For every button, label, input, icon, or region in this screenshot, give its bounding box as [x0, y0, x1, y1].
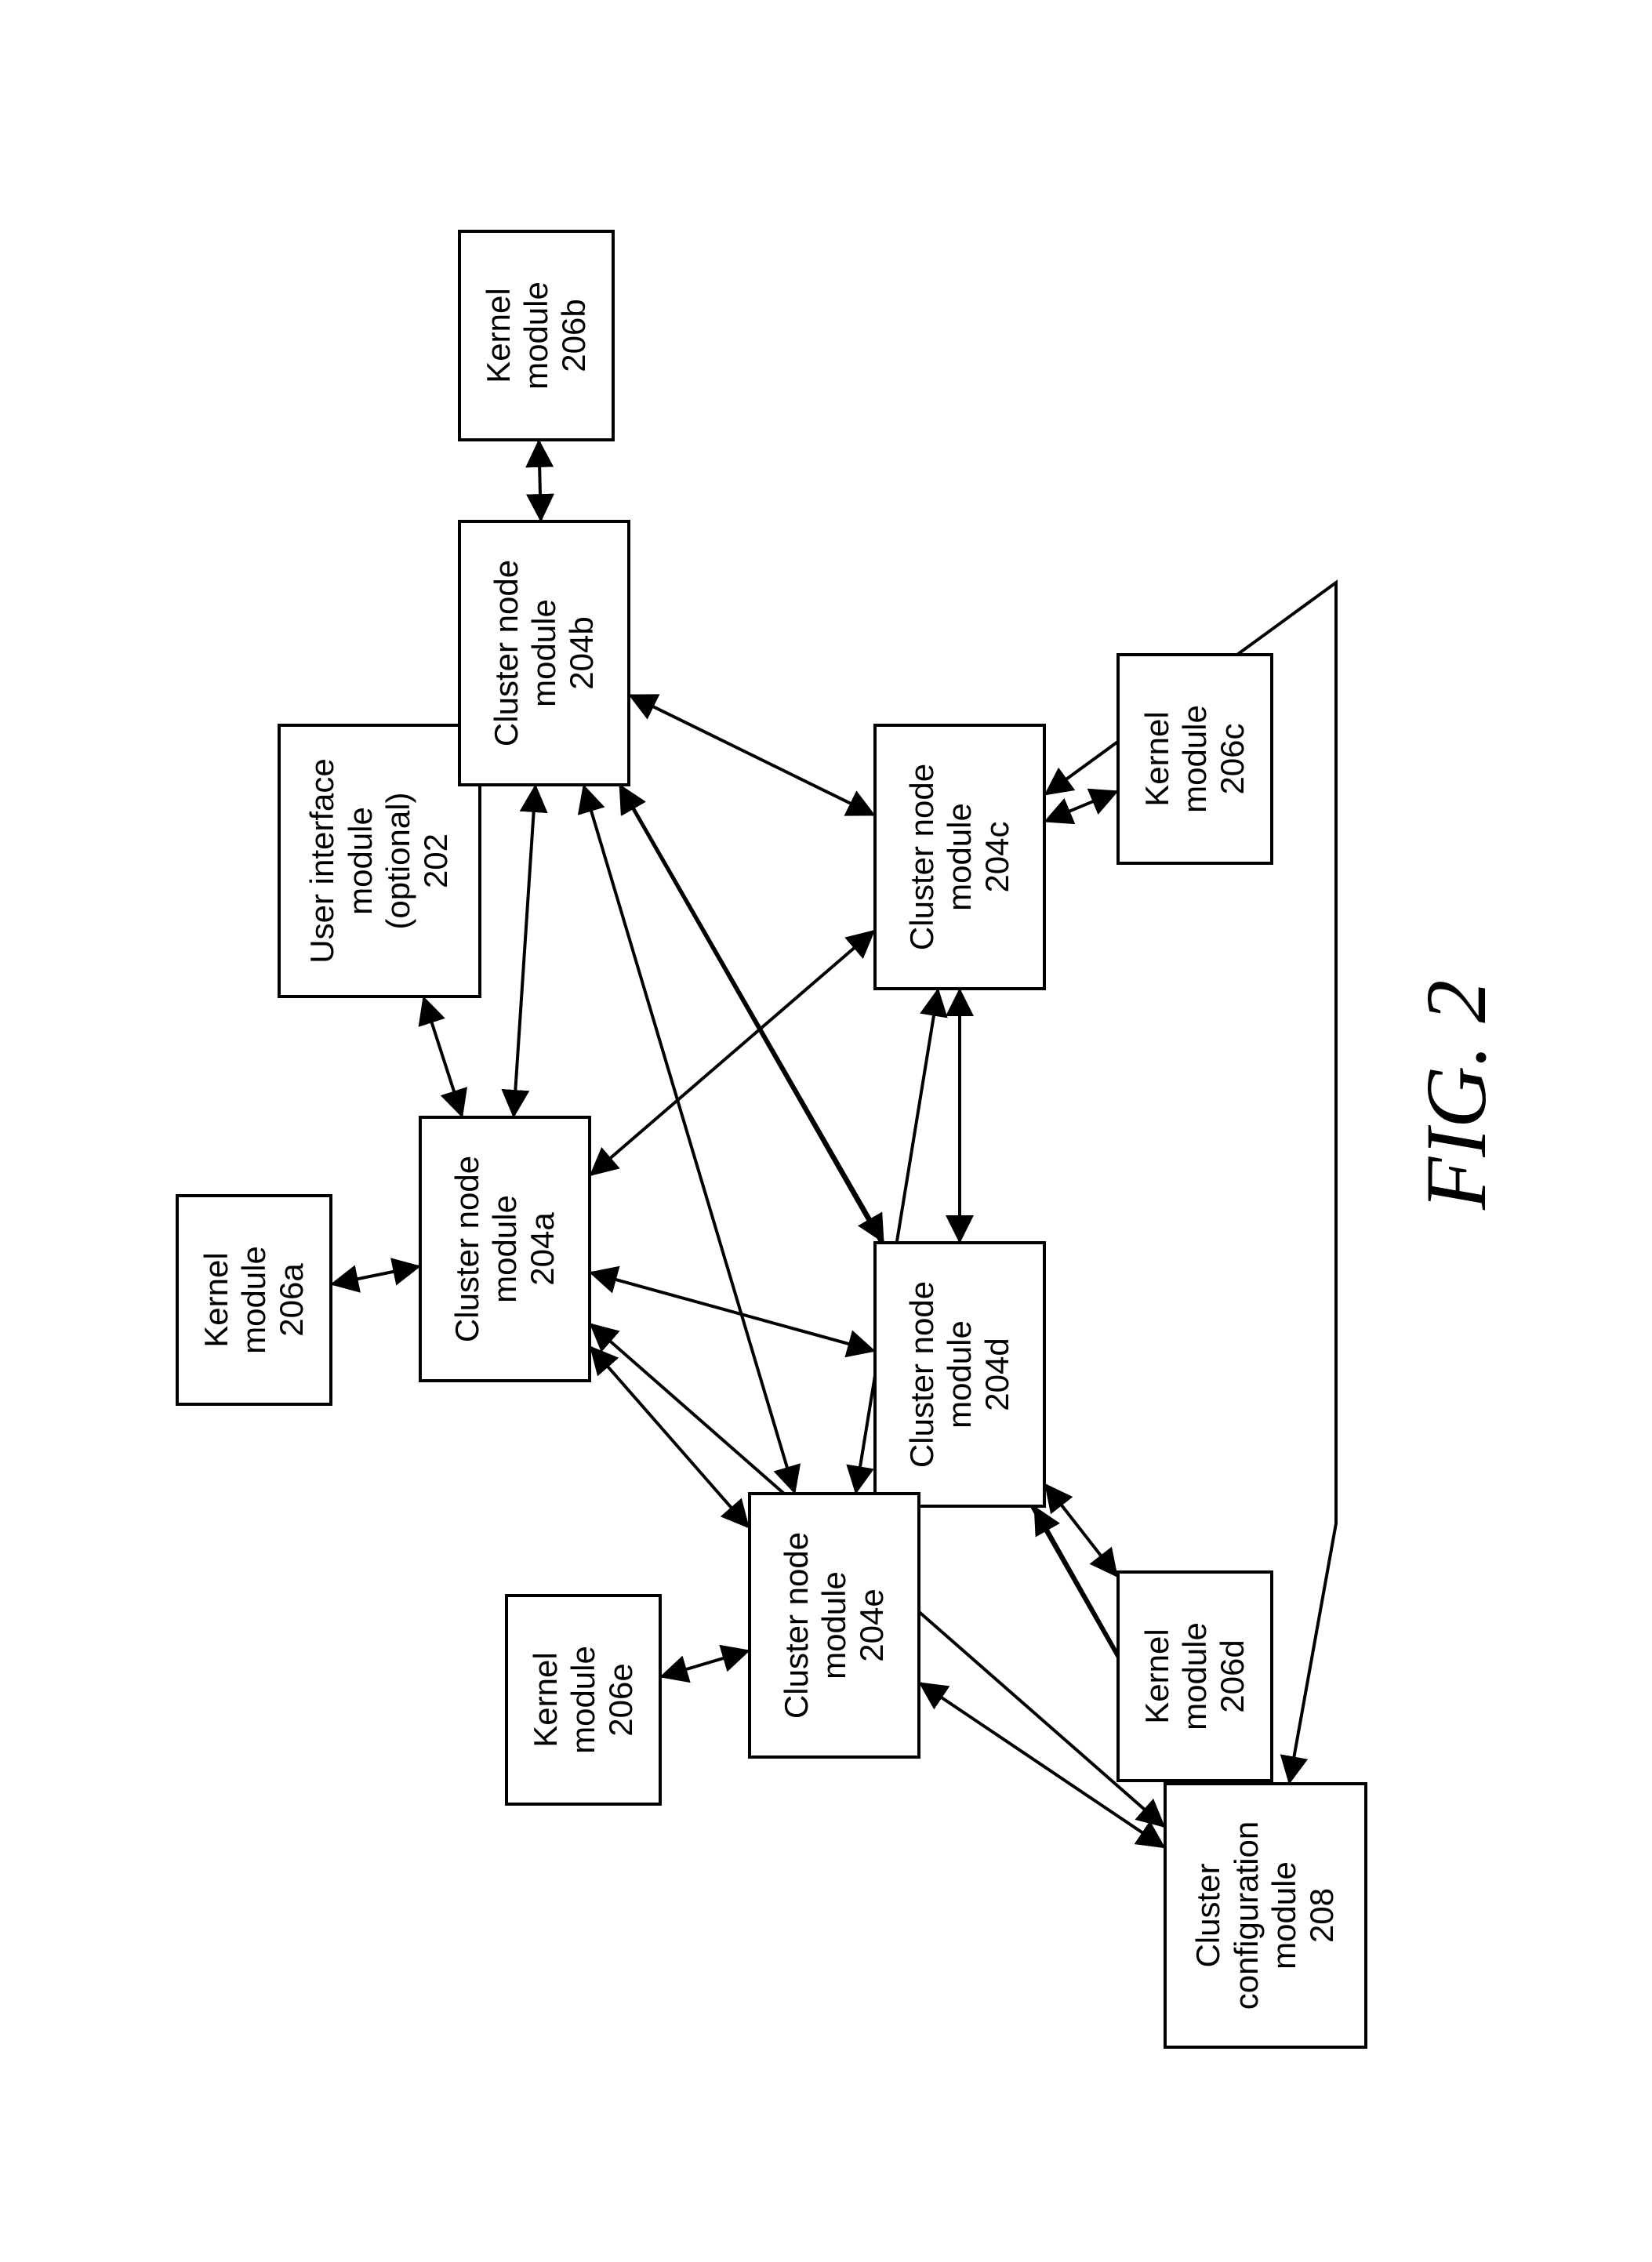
box-text-line: Kernel — [1138, 1628, 1175, 1723]
connector-cn_b-cn_c — [630, 695, 873, 814]
box-text-line: module — [564, 1646, 601, 1754]
box-text-line: Kernel — [1138, 711, 1175, 806]
box-text-line: module — [815, 1571, 852, 1679]
figure-caption: FIG. 2 — [1407, 979, 1506, 1209]
cluster-node-module-204a: Cluster nodemodule204a — [419, 1116, 591, 1382]
cluster-node-module-204e: Cluster nodemodule204e — [748, 1492, 920, 1759]
box-text-line: Cluster node — [777, 1531, 815, 1718]
box-text-line: configuration — [1227, 1821, 1265, 2010]
box-text-line: 204a — [524, 1212, 561, 1285]
cluster-node-module-204c: Cluster nodemodule204c — [873, 724, 1046, 990]
cluster-node-module-204d: Cluster nodemodule204d — [873, 1241, 1046, 1508]
box-text-line: module — [940, 803, 978, 911]
box-text-line: module — [517, 281, 554, 390]
box-text-line: module — [1265, 1861, 1303, 1970]
cluster-node-module-204b: Cluster nodemodule204b — [458, 520, 630, 786]
connector-cn_d-k_d — [1046, 1485, 1116, 1576]
connector-cn_c-k_c — [1046, 791, 1116, 821]
box-text-line: Cluster — [1189, 1863, 1227, 1967]
connector-cn_a-k_a — [332, 1266, 419, 1283]
box-text-line: module — [341, 807, 379, 915]
box-text-line: module — [1175, 1622, 1213, 1730]
user-interface-module: User interfacemodule(optional)202 — [278, 724, 481, 998]
box-text-line: Kernel — [526, 1652, 564, 1747]
box-text-line: Cluster node — [902, 1280, 940, 1467]
connector-cn_e-k_e — [662, 1650, 748, 1676]
box-text-line: Kernel — [197, 1252, 234, 1347]
connector-cn_a-cn_c — [591, 931, 873, 1174]
box-text-line: module — [234, 1246, 272, 1354]
box-text-line: Cluster node — [487, 559, 525, 746]
box-text-line: 206c — [1214, 723, 1251, 794]
box-text-line: 206e — [602, 1663, 640, 1736]
connector-cn_a-cn_b — [514, 786, 536, 1116]
box-text-line: (optional) — [379, 792, 417, 929]
box-text-line: module — [485, 1195, 523, 1303]
connector-cn_b-k_b — [539, 441, 540, 520]
kernel-module-206d: Kernelmodule206d — [1116, 1570, 1273, 1782]
box-text-line: User interface — [303, 758, 341, 963]
connector-cn_a-ui — [423, 998, 461, 1116]
kernel-module-206b: Kernelmodule206b — [458, 230, 615, 441]
box-text-line: 204b — [563, 616, 601, 689]
box-text-line: 206b — [555, 299, 593, 372]
box-text-line: 204c — [978, 821, 1016, 892]
box-text-line: Cluster node — [448, 1155, 485, 1342]
box-text-line: Cluster node — [902, 763, 940, 949]
box-text-line: module — [940, 1320, 978, 1429]
box-text-line: module — [525, 599, 562, 707]
box-text-line: 206d — [1214, 1639, 1251, 1712]
connector-cn_b-cn_e — [583, 786, 794, 1492]
kernel-module-206e: Kernelmodule206e — [505, 1594, 662, 1806]
box-text-line: 206a — [273, 1263, 310, 1336]
box-text-line: 204d — [978, 1338, 1016, 1411]
box-text-line: 208 — [1303, 1887, 1341, 1942]
cluster-configuration-module-208: Clusterconfigurationmodule208 — [1164, 1782, 1367, 2049]
kernel-module-206c: Kernelmodule206c — [1116, 653, 1273, 865]
kernel-module-206a: Kernelmodule206a — [176, 1194, 332, 1406]
connector-cn_a-cn_e — [591, 1347, 748, 1527]
box-text-line: 202 — [417, 833, 455, 888]
box-text-line: module — [1175, 705, 1213, 813]
box-text-line: Kernel — [479, 288, 517, 383]
box-text-line: 204e — [853, 1588, 891, 1661]
